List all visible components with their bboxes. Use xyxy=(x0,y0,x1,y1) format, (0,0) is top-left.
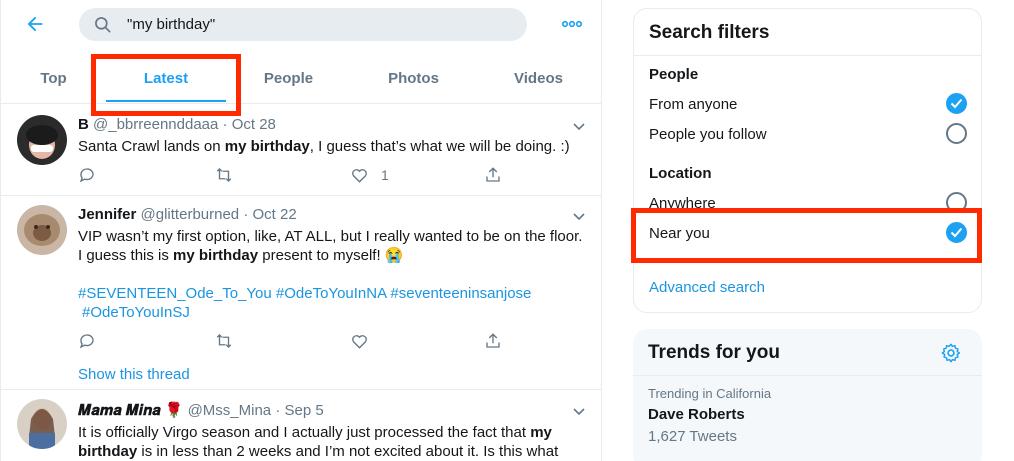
tab-photos[interactable]: Photos xyxy=(351,52,476,104)
tweet-text: Santa Crawl lands on my birthday, I gues… xyxy=(78,138,570,155)
more-horizontal-icon xyxy=(561,20,583,28)
advanced-search-link[interactable]: Advanced search xyxy=(649,279,765,296)
chevron-down-icon[interactable] xyxy=(571,118,587,134)
tweet-author-handle[interactable]: @_bbrreennddaaa xyxy=(93,116,218,133)
tweet-header: 𝑴𝒂𝒎𝒂 𝑴𝒊𝒏𝒂 🌹 @Mss_Mina · Sep 5 xyxy=(78,401,324,419)
trend-name[interactable]: Dave Roberts xyxy=(648,406,745,423)
share-icon xyxy=(486,333,500,348)
like-count: 1 xyxy=(381,167,389,183)
radio-from-anyone[interactable] xyxy=(946,93,967,114)
like-button[interactable]: 1 xyxy=(350,165,389,185)
retweet-button[interactable] xyxy=(214,165,234,185)
trends-title: Trends for you xyxy=(648,342,780,363)
annotation-highlight-near-you xyxy=(631,208,982,263)
tweet-separator: · xyxy=(243,206,249,223)
tweet-text: VIP wasn’t my first option, like, AT ALL… xyxy=(78,228,583,264)
retweet-icon xyxy=(216,168,232,182)
gear-icon[interactable] xyxy=(940,342,962,364)
avatar[interactable] xyxy=(17,205,67,255)
trends-panel: Trends for you Trending in California Da… xyxy=(633,329,982,461)
option-from-anyone[interactable]: From anyone xyxy=(649,96,737,113)
tab-videos[interactable]: Videos xyxy=(476,52,601,104)
tweet-actions: 1 xyxy=(78,165,508,185)
chevron-down-icon[interactable] xyxy=(571,208,587,224)
search-input[interactable] xyxy=(127,8,517,41)
tweet-keyword: my birthday xyxy=(173,247,259,264)
retweet-button[interactable] xyxy=(214,331,234,351)
back-button[interactable] xyxy=(23,12,47,36)
tweet-header: Jennifer @glitterburned · Oct 22 xyxy=(78,206,297,223)
people-section-title: People xyxy=(649,66,699,83)
share-button[interactable] xyxy=(484,331,502,351)
tweet-separator: · xyxy=(222,116,228,133)
tweet-date[interactable]: Oct 28 xyxy=(232,116,276,133)
reply-button[interactable] xyxy=(78,331,96,351)
tweet-date[interactable]: Oct 22 xyxy=(253,206,297,223)
tweet-hashtags[interactable]: #OdeToYouInSJ xyxy=(82,303,587,322)
tweet-hashtags[interactable]: #SEVENTEEN_Ode_To_You #OdeToYouInNA #sev… xyxy=(78,284,583,303)
tweet-keyword: my birthday xyxy=(224,138,310,155)
trend-tweet-count: 1,627 Tweets xyxy=(648,428,737,445)
option-people-you-follow[interactable]: People you follow xyxy=(649,126,767,143)
like-button[interactable] xyxy=(350,331,369,351)
tab-people[interactable]: People xyxy=(226,52,351,104)
filters-title: Search filters xyxy=(649,22,770,43)
chevron-down-icon[interactable] xyxy=(571,403,587,419)
check-icon xyxy=(950,98,963,109)
heart-icon xyxy=(352,169,367,183)
search-box[interactable] xyxy=(79,8,527,41)
search-filters-panel: Search filters People From anyone People… xyxy=(633,8,982,313)
tweet-author-name[interactable]: 𝑴𝒂𝒎𝒂 𝑴𝒊𝒏𝒂 🌹 xyxy=(78,402,183,419)
divider xyxy=(633,375,982,376)
tweet-actions xyxy=(78,331,508,351)
share-icon xyxy=(486,167,500,182)
tweet-author-handle[interactable]: @glitterburned xyxy=(141,206,240,223)
radio-people-you-follow[interactable] xyxy=(946,123,967,144)
share-button[interactable] xyxy=(484,165,502,185)
avatar[interactable] xyxy=(17,399,67,449)
trend-context: Trending in California xyxy=(648,386,772,401)
reply-icon xyxy=(79,334,94,349)
divider xyxy=(634,55,981,56)
reply-button[interactable] xyxy=(78,165,96,185)
tweet-date[interactable]: Sep 5 xyxy=(284,402,323,419)
tweet-text: It is officially Virgo season and I actu… xyxy=(78,424,559,460)
tweet-separator: · xyxy=(275,402,281,419)
tweet[interactable]: Jennifer @glitterburned · Oct 22 VIP was… xyxy=(1,196,601,390)
search-results-column: Top Latest People Photos Videos B @_bbrr… xyxy=(0,0,602,461)
location-section-title: Location xyxy=(649,165,712,182)
more-options-button[interactable] xyxy=(560,14,584,34)
tweet[interactable]: 𝑴𝒂𝒎𝒂 𝑴𝒊𝒏𝒂 🌹 @Mss_Mina · Sep 5 It is offi… xyxy=(1,390,601,461)
show-thread-link[interactable]: Show this thread xyxy=(78,366,190,383)
retweet-icon xyxy=(216,334,232,348)
tweet-author-name[interactable]: B xyxy=(78,116,89,133)
tweet[interactable]: B @_bbrreennddaaa · Oct 28 Santa Crawl l… xyxy=(1,105,601,196)
avatar[interactable] xyxy=(17,115,67,165)
tweet-author-name[interactable]: Jennifer xyxy=(78,206,136,223)
heart-icon xyxy=(352,335,367,349)
tweet-author-handle[interactable]: @Mss_Mina xyxy=(188,402,272,419)
back-arrow-icon xyxy=(27,16,43,32)
tweet-header: B @_bbrreennddaaa · Oct 28 xyxy=(78,116,276,133)
reply-icon xyxy=(79,168,94,183)
search-icon xyxy=(95,17,111,33)
